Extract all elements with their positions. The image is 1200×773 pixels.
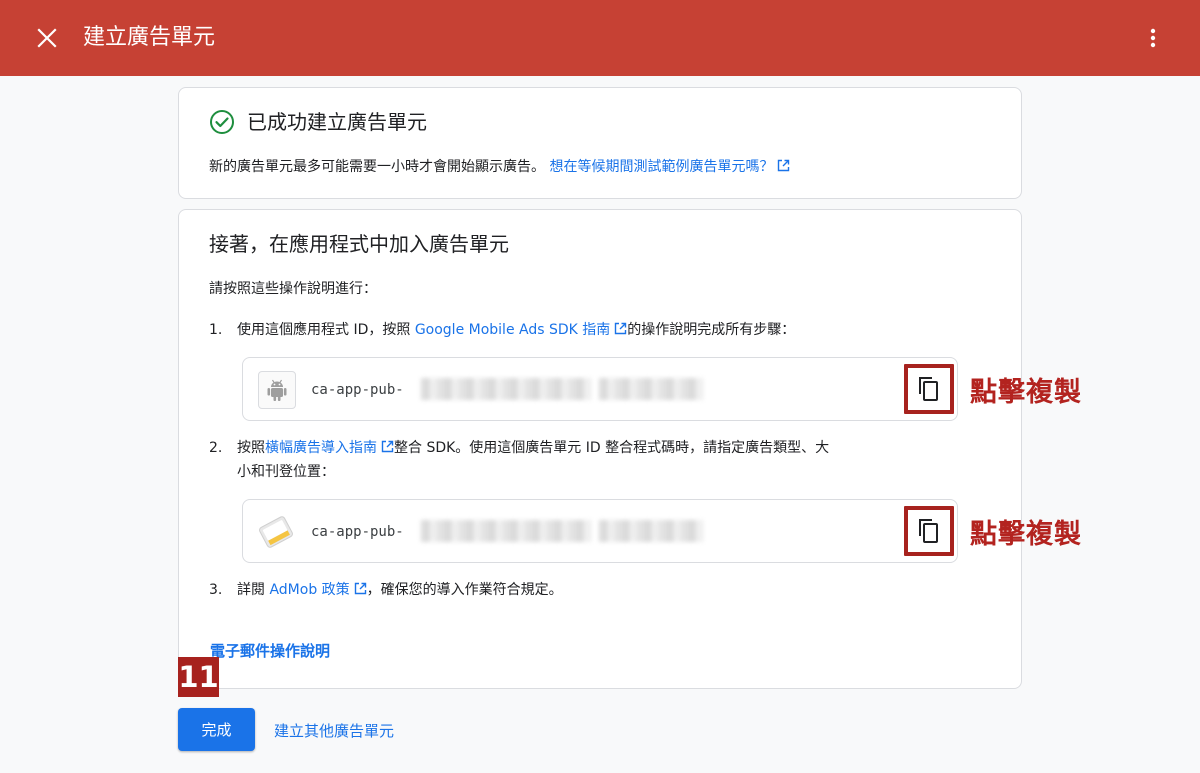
copy-annotation: 點擊複製	[970, 377, 1082, 408]
admob-policy-link[interactable]: AdMob 政策	[269, 582, 366, 598]
copy-app-id-button[interactable]	[904, 364, 954, 414]
close-button[interactable]	[30, 21, 64, 55]
more-options-button[interactable]	[1136, 21, 1170, 55]
tutorial-step-badge: 11	[178, 657, 219, 697]
redacted-id-segment	[599, 378, 703, 400]
copy-annotation: 點擊複製	[970, 519, 1082, 550]
sdk-guide-link-label: Google Mobile Ads SDK 指南	[414, 322, 611, 338]
next-steps-intro: 請按照這些操作說明進行：	[209, 281, 377, 297]
next-steps-card: 接著，在應用程式中加入廣告單元 請按照這些操作說明進行： 1. 使用這個應用程式…	[178, 209, 1081, 689]
redacted-id-segment	[421, 378, 591, 400]
page-title: 建立廣告單元	[83, 25, 216, 50]
copy-ad-unit-id-button[interactable]	[904, 506, 954, 556]
test-sample-ad-link[interactable]: 想在等候期間測試範例廣告單元嗎？	[549, 159, 790, 175]
open-in-new-icon	[778, 159, 790, 172]
open-in-new-icon	[381, 440, 394, 453]
step-text-before: 使用這個應用程式 ID，按照	[237, 322, 415, 338]
android-app-icon	[258, 371, 296, 409]
success-card: 已成功建立廣告單元 新的廣告單元最多可能需要一小時才會開始顯示廣告。 想在等候期…	[178, 87, 1022, 199]
banner-guide-link[interactable]: 橫幅廣告導入指南	[265, 440, 394, 456]
success-description: 新的廣告單元最多可能需要一小時才會開始顯示廣告。 想在等候期間測試範例廣告單元嗎…	[209, 156, 790, 178]
admob-policy-link-label: AdMob 政策	[269, 582, 350, 598]
success-heading: 已成功建立廣告單元	[209, 108, 427, 136]
content-copy-icon	[919, 377, 938, 401]
open-in-new-icon	[354, 582, 366, 595]
app-id-box: ca-app-pub-	[242, 357, 958, 421]
step-text-before: 按照	[237, 440, 265, 456]
step-text-after: ，確保您的導入作業符合規定。	[366, 582, 563, 598]
banner-guide-link-label: 橫幅廣告導入指南	[265, 440, 377, 456]
success-title: 已成功建立廣告單元	[247, 110, 427, 134]
content-copy-icon	[919, 519, 938, 543]
android-icon	[267, 379, 287, 401]
create-another-ad-unit-link[interactable]: 建立其他廣告單元	[274, 719, 394, 743]
step-text: 使用這個應用程式 ID，按照 Google Mobile Ads SDK 指南的…	[237, 318, 795, 342]
email-instructions-link[interactable]: 電子郵件操作說明	[210, 639, 330, 663]
step-text: 詳閱 AdMob 政策 ，確保您的導入作業符合規定。	[237, 578, 563, 602]
step-text-after: 的操作說明完成所有步驟：	[627, 322, 796, 338]
step-number: 1.	[209, 322, 223, 338]
step-number: 3.	[209, 582, 223, 598]
app-id-prefix: ca-app-pub-	[311, 382, 404, 398]
ad-unit-id-prefix: ca-app-pub-	[311, 524, 404, 540]
step-text-before: 詳閱	[237, 582, 270, 598]
sdk-guide-link[interactable]: Google Mobile Ads SDK 指南	[415, 322, 627, 338]
step-text: 按照橫幅廣告導入指南 整合 SDK。使用這個廣告單元 ID 整合程式碼時，請指定廣…	[237, 436, 829, 484]
banner-ad-unit-icon	[259, 516, 293, 548]
redacted-id-segment	[599, 520, 703, 542]
step-number: 2.	[209, 440, 223, 456]
close-icon	[37, 28, 57, 48]
next-steps-title: 接著，在應用程式中加入廣告單元	[209, 232, 509, 256]
more-vert-icon	[1150, 28, 1156, 48]
open-in-new-icon	[615, 322, 627, 335]
top-app-bar: 建立廣告單元	[0, 0, 1200, 76]
success-description-text: 新的廣告單元最多可能需要一小時才會開始顯示廣告。	[209, 159, 545, 175]
test-sample-ad-link-label: 想在等候期間測試範例廣告單元嗎？	[549, 159, 774, 175]
ad-unit-id-box: ca-app-pub-	[242, 499, 958, 563]
done-button[interactable]: 完成	[178, 708, 255, 751]
check-circle-icon	[210, 110, 234, 134]
redacted-id-segment	[421, 520, 591, 542]
step-text-after: 整合 SDK。使用這個廣告單元 ID 整合程式碼時，請指定廣告類型、大	[394, 440, 830, 456]
step-text-line2: 小和刊登位置：	[237, 464, 335, 480]
